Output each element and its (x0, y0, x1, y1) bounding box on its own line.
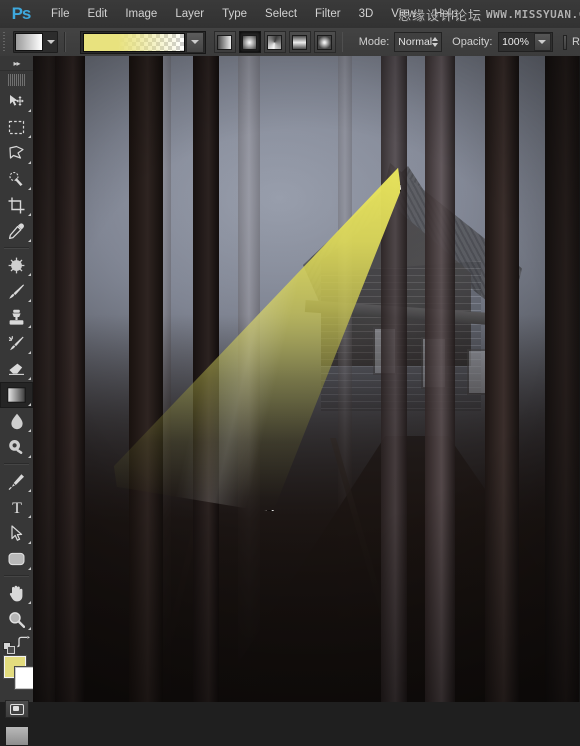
marquee-icon (8, 120, 25, 134)
dodge-icon (9, 440, 23, 454)
clone-stamp-icon (9, 309, 24, 325)
blur-tool-button[interactable] (0, 408, 33, 434)
eyedropper-tool-button[interactable] (0, 218, 33, 244)
reverse-label: R (572, 36, 580, 48)
gradient-icon (7, 387, 26, 403)
default-colors-icon[interactable] (3, 642, 15, 657)
color-swatches (0, 655, 38, 694)
blend-mode-select[interactable]: Normal (394, 32, 443, 52)
menu-item-select[interactable]: Select (256, 0, 306, 28)
menu-item-edit[interactable]: Edit (79, 0, 117, 28)
zoom-tool-button[interactable] (0, 606, 33, 632)
rectangular-marquee-tool-button[interactable] (0, 114, 33, 140)
tools-panel: ▸▸ T (0, 56, 38, 746)
tools-divider-1 (4, 247, 29, 249)
eyedropper-icon (8, 222, 24, 239)
hand-tool-button[interactable] (0, 580, 33, 606)
tools-panel-collapse-button[interactable]: ▸▸ (0, 56, 33, 71)
screen-mode-button[interactable] (4, 726, 29, 746)
gradient-type-reflected-button[interactable] (288, 31, 311, 53)
gradient-preset-picker[interactable] (79, 30, 206, 54)
menu-bar: Ps File Edit Image Layer Type Select Fil… (0, 0, 580, 29)
gradient-preset-swatch-icon[interactable] (82, 32, 185, 52)
rounded-rectangle-icon (8, 552, 25, 566)
tool-preset-chevron-down-icon[interactable] (44, 33, 57, 51)
opacity-value[interactable]: 100% (499, 36, 533, 48)
reverse-checkbox[interactable] (562, 34, 568, 50)
gradient-tool-button[interactable] (0, 382, 33, 408)
brush-tool-button[interactable] (0, 278, 33, 304)
blend-mode-value: Normal (398, 36, 433, 48)
type-icon: T (12, 500, 22, 515)
crop-icon (8, 197, 25, 213)
eraser-icon (9, 363, 24, 375)
swap-colors-icon[interactable] (17, 636, 30, 652)
pen-icon (8, 473, 24, 490)
opacity-chevron-down-icon[interactable] (533, 33, 551, 51)
lasso-tool-button[interactable] (0, 140, 33, 166)
menu-item-filter[interactable]: Filter (306, 0, 350, 28)
dodge-tool-button[interactable] (0, 434, 33, 460)
tool-preset-picker[interactable] (13, 31, 59, 53)
gradient-type-angle-button[interactable] (263, 31, 286, 53)
options-divider-1 (64, 32, 66, 52)
eraser-tool-button[interactable] (0, 356, 33, 382)
crop-tool-button[interactable] (0, 192, 33, 218)
document-canvas[interactable] (33, 56, 580, 702)
svg-text:T: T (12, 500, 22, 515)
spot-healing-brush-tool-button[interactable] (0, 252, 33, 278)
photoshop-window: Ps File Edit Image Layer Type Select Fil… (0, 0, 580, 746)
photoshop-logo-icon: Ps (11, 4, 32, 23)
pen-tool-button[interactable] (0, 468, 33, 494)
menu-item-image[interactable]: Image (116, 0, 166, 28)
quick-selection-icon (9, 171, 23, 186)
clone-stamp-tool-button[interactable] (0, 304, 33, 330)
gradient-type-diamond-button[interactable] (313, 31, 336, 53)
options-divider-2 (341, 32, 343, 52)
move-icon (10, 94, 24, 106)
color-controls-row (0, 636, 33, 654)
quick-selection-tool-button[interactable] (0, 166, 33, 192)
quick-mask-toggle-button[interactable] (4, 700, 29, 718)
quick-mask-icon (9, 703, 24, 715)
hand-icon (9, 585, 23, 601)
tools-divider-3 (4, 575, 29, 577)
tool-options-bar: Mode: Normal Opacity: 100% R (0, 28, 580, 57)
options-bar-grip[interactable] (3, 32, 6, 52)
magnifier-icon (9, 611, 25, 628)
menu-item-help[interactable]: Help (425, 0, 467, 28)
menu-item-layer[interactable]: Layer (166, 0, 213, 28)
path-arrow-icon (10, 524, 22, 541)
healing-brush-icon (8, 257, 25, 273)
blur-drop-icon (10, 413, 23, 429)
history-brush-icon (8, 335, 24, 350)
menu-item-view[interactable]: View (382, 0, 425, 28)
tool-preset-thumbnail-icon (15, 33, 44, 51)
watermark-url-text: WWW.MISSYUAN.COM (486, 7, 580, 21)
menu-item-type[interactable]: Type (213, 0, 256, 28)
gradient-type-radial-button[interactable] (238, 31, 261, 53)
opacity-label: Opacity: (452, 36, 493, 48)
gradient-type-group (213, 31, 336, 53)
brush-icon (9, 283, 24, 299)
mode-label: Mode: (358, 36, 390, 48)
tools-divider-2 (4, 463, 29, 465)
history-brush-tool-button[interactable] (0, 330, 33, 356)
blend-mode-stepper-icon (432, 37, 439, 47)
menu-item-file[interactable]: File (42, 0, 79, 28)
vignette-overlay (33, 56, 580, 702)
tools-panel-grip[interactable] (8, 74, 25, 86)
opacity-field[interactable]: 100% (497, 32, 553, 52)
gradient-preset-chevron-down-icon[interactable] (185, 31, 204, 53)
move-tool-button[interactable] (0, 88, 33, 114)
path-selection-tool-button[interactable] (0, 520, 33, 546)
rectangle-tool-button[interactable] (0, 546, 33, 572)
menu-item-3d[interactable]: 3D (350, 0, 383, 28)
lasso-icon (9, 145, 24, 159)
type-tool-button[interactable]: T (0, 494, 33, 520)
gradient-type-linear-button[interactable] (213, 31, 236, 53)
